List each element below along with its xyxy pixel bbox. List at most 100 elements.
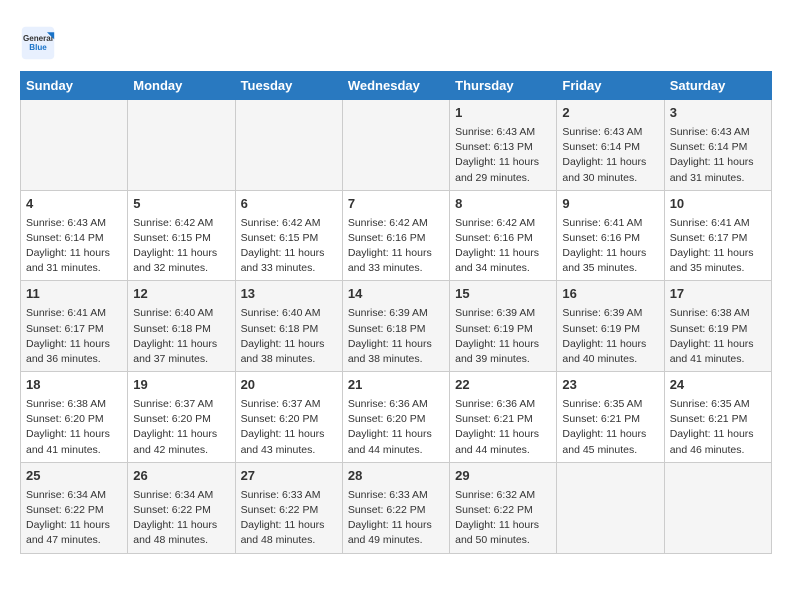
calendar-cell <box>128 100 235 191</box>
day-info-line: Sunrise: 6:41 AM <box>26 306 122 321</box>
week-row-2: 4Sunrise: 6:43 AMSunset: 6:14 PMDaylight… <box>21 190 772 281</box>
day-info-line: Sunset: 6:21 PM <box>455 412 551 427</box>
day-number: 12 <box>133 285 229 304</box>
day-info-line: and 31 minutes. <box>26 261 122 276</box>
day-info-line: and 39 minutes. <box>455 352 551 367</box>
day-info-line: Daylight: 11 hours <box>562 337 658 352</box>
day-info-line: Sunset: 6:15 PM <box>241 231 337 246</box>
day-number: 11 <box>26 285 122 304</box>
day-number: 20 <box>241 376 337 395</box>
week-row-5: 25Sunrise: 6:34 AMSunset: 6:22 PMDayligh… <box>21 462 772 553</box>
week-row-1: 1Sunrise: 6:43 AMSunset: 6:13 PMDaylight… <box>21 100 772 191</box>
calendar-cell: 5Sunrise: 6:42 AMSunset: 6:15 PMDaylight… <box>128 190 235 281</box>
day-info-line: Daylight: 11 hours <box>455 337 551 352</box>
day-info-line: Daylight: 11 hours <box>26 518 122 533</box>
day-info-line: Daylight: 11 hours <box>670 246 766 261</box>
day-info-line: and 41 minutes. <box>670 352 766 367</box>
day-info-line: Sunrise: 6:43 AM <box>26 216 122 231</box>
calendar-header-row: SundayMondayTuesdayWednesdayThursdayFrid… <box>21 72 772 100</box>
day-info-line: Daylight: 11 hours <box>455 155 551 170</box>
day-info-line: Sunrise: 6:37 AM <box>241 397 337 412</box>
day-info-line: Sunrise: 6:38 AM <box>26 397 122 412</box>
day-number: 6 <box>241 195 337 214</box>
day-info-line: and 35 minutes. <box>670 261 766 276</box>
calendar-cell: 12Sunrise: 6:40 AMSunset: 6:18 PMDayligh… <box>128 281 235 372</box>
day-info-line: Sunset: 6:16 PM <box>455 231 551 246</box>
day-info-line: and 44 minutes. <box>348 443 444 458</box>
calendar-cell: 25Sunrise: 6:34 AMSunset: 6:22 PMDayligh… <box>21 462 128 553</box>
day-info-line: Sunset: 6:19 PM <box>455 322 551 337</box>
day-info-line: and 44 minutes. <box>455 443 551 458</box>
calendar-cell: 29Sunrise: 6:32 AMSunset: 6:22 PMDayligh… <box>450 462 557 553</box>
day-info-line: and 32 minutes. <box>133 261 229 276</box>
day-info-line: Daylight: 11 hours <box>133 518 229 533</box>
calendar-table: SundayMondayTuesdayWednesdayThursdayFrid… <box>20 71 772 554</box>
day-info-line: Sunrise: 6:40 AM <box>241 306 337 321</box>
day-info-line: Sunset: 6:16 PM <box>348 231 444 246</box>
day-info-line: and 42 minutes. <box>133 443 229 458</box>
day-info-line: and 33 minutes. <box>241 261 337 276</box>
day-info-line: Sunrise: 6:36 AM <box>455 397 551 412</box>
calendar-cell <box>557 462 664 553</box>
day-info-line: Sunset: 6:18 PM <box>348 322 444 337</box>
day-number: 27 <box>241 467 337 486</box>
week-row-4: 18Sunrise: 6:38 AMSunset: 6:20 PMDayligh… <box>21 372 772 463</box>
day-info-line: Sunset: 6:20 PM <box>348 412 444 427</box>
calendar-cell <box>342 100 449 191</box>
day-info-line: Sunset: 6:14 PM <box>562 140 658 155</box>
day-number: 13 <box>241 285 337 304</box>
day-number: 8 <box>455 195 551 214</box>
day-number: 19 <box>133 376 229 395</box>
calendar-cell: 10Sunrise: 6:41 AMSunset: 6:17 PMDayligh… <box>664 190 771 281</box>
day-info-line: Sunset: 6:18 PM <box>241 322 337 337</box>
day-number: 21 <box>348 376 444 395</box>
day-info-line: Daylight: 11 hours <box>670 155 766 170</box>
day-info-line: Sunset: 6:19 PM <box>562 322 658 337</box>
day-number: 2 <box>562 104 658 123</box>
day-info-line: and 29 minutes. <box>455 171 551 186</box>
day-number: 3 <box>670 104 766 123</box>
day-info-line: and 48 minutes. <box>133 533 229 548</box>
day-info-line: and 37 minutes. <box>133 352 229 367</box>
calendar-cell: 19Sunrise: 6:37 AMSunset: 6:20 PMDayligh… <box>128 372 235 463</box>
day-info-line: Sunset: 6:17 PM <box>26 322 122 337</box>
calendar-cell: 15Sunrise: 6:39 AMSunset: 6:19 PMDayligh… <box>450 281 557 372</box>
day-info-line: Sunrise: 6:39 AM <box>562 306 658 321</box>
calendar-cell: 21Sunrise: 6:36 AMSunset: 6:20 PMDayligh… <box>342 372 449 463</box>
calendar-cell: 6Sunrise: 6:42 AMSunset: 6:15 PMDaylight… <box>235 190 342 281</box>
day-number: 14 <box>348 285 444 304</box>
col-header-saturday: Saturday <box>664 72 771 100</box>
day-info-line: Daylight: 11 hours <box>241 246 337 261</box>
day-info-line: and 41 minutes. <box>26 443 122 458</box>
day-info-line: Sunset: 6:21 PM <box>670 412 766 427</box>
day-number: 23 <box>562 376 658 395</box>
day-number: 15 <box>455 285 551 304</box>
day-info-line: Sunrise: 6:32 AM <box>455 488 551 503</box>
day-info-line: Daylight: 11 hours <box>241 337 337 352</box>
calendar-cell: 16Sunrise: 6:39 AMSunset: 6:19 PMDayligh… <box>557 281 664 372</box>
day-number: 29 <box>455 467 551 486</box>
day-info-line: Sunset: 6:19 PM <box>670 322 766 337</box>
day-info-line: and 46 minutes. <box>670 443 766 458</box>
day-info-line: Daylight: 11 hours <box>455 518 551 533</box>
day-info-line: and 48 minutes. <box>241 533 337 548</box>
day-info-line: Sunset: 6:22 PM <box>133 503 229 518</box>
day-info-line: and 38 minutes. <box>348 352 444 367</box>
day-info-line: and 36 minutes. <box>26 352 122 367</box>
day-number: 7 <box>348 195 444 214</box>
day-info-line: Sunset: 6:14 PM <box>670 140 766 155</box>
calendar-cell: 24Sunrise: 6:35 AMSunset: 6:21 PMDayligh… <box>664 372 771 463</box>
day-number: 26 <box>133 467 229 486</box>
day-info-line: Sunrise: 6:39 AM <box>348 306 444 321</box>
day-info-line: and 49 minutes. <box>348 533 444 548</box>
day-info-line: Sunset: 6:21 PM <box>562 412 658 427</box>
day-info-line: Sunrise: 6:42 AM <box>133 216 229 231</box>
day-info-line: and 30 minutes. <box>562 171 658 186</box>
col-header-sunday: Sunday <box>21 72 128 100</box>
day-info-line: Daylight: 11 hours <box>133 337 229 352</box>
calendar-cell: 27Sunrise: 6:33 AMSunset: 6:22 PMDayligh… <box>235 462 342 553</box>
day-info-line: Sunrise: 6:43 AM <box>670 125 766 140</box>
day-info-line: Sunset: 6:22 PM <box>348 503 444 518</box>
day-info-line: Daylight: 11 hours <box>670 337 766 352</box>
day-info-line: Sunset: 6:17 PM <box>670 231 766 246</box>
